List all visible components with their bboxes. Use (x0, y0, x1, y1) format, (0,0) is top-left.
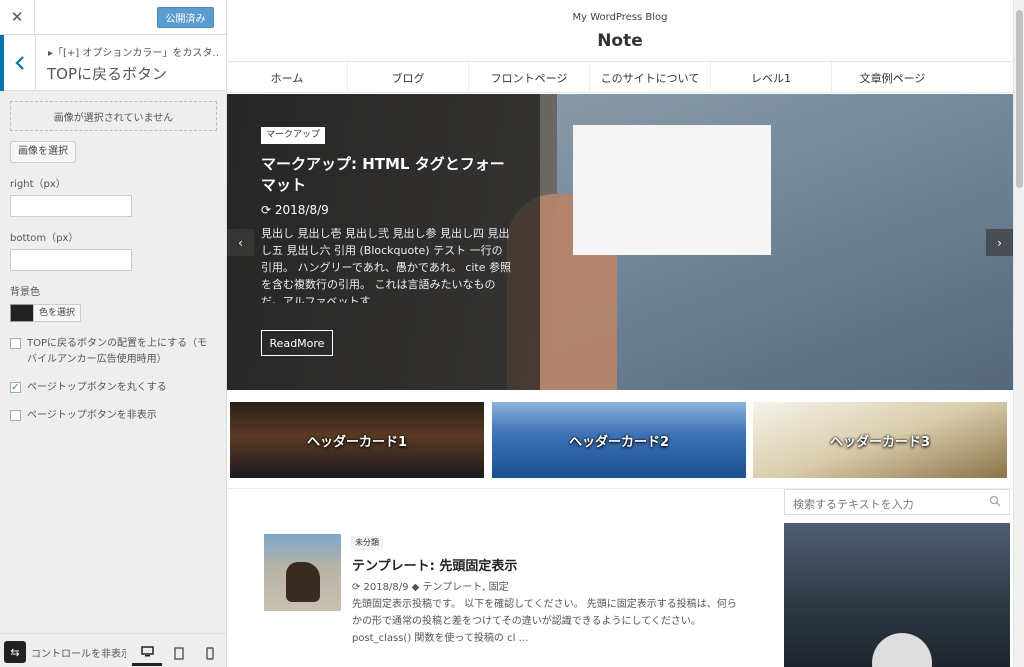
next-arrow-icon[interactable]: › (986, 229, 1013, 256)
avatar (872, 633, 932, 667)
customizer-sidebar: ✕ 公開済み ▸「[+] オプションカラー」をカスタ… TOPに戻るボタン 画像… (0, 0, 227, 667)
post-thumbnail[interactable] (264, 534, 341, 611)
post-meta: ⟳ 2018/8/9 ◆ テンプレート, 固定 (352, 582, 509, 593)
hero-excerpt: 見出し 見出し壱 見出し弐 見出し参 見出し四 見出し五 見出し六 引用 (Bl… (261, 227, 511, 303)
customizer-header: ✕ 公開済み (0, 0, 226, 35)
main-nav: ホーム ブログ フロントページ このサイトについて レベル1 文章例ページ (227, 61, 1013, 93)
search-placeholder: 検索するテキストを入力 (793, 498, 914, 511)
right-label: right（px） (10, 179, 66, 190)
checkbox-round-button[interactable]: ✓ (10, 382, 21, 393)
option-row[interactable]: ✓ ページトップボタンを丸くする (10, 380, 216, 396)
sidebar-photo (784, 523, 1010, 667)
search-input[interactable]: 検索するテキストを入力 (784, 489, 1010, 515)
option-row[interactable]: TOPに戻るボタンの配置を上にする（モバイルアンカー広告使用時用） (10, 336, 216, 368)
prev-arrow-icon[interactable]: ‹ (227, 229, 254, 256)
nav-item-level1[interactable]: レベル1 (711, 62, 832, 93)
checkbox-hide-button[interactable] (10, 410, 21, 421)
bottom-label: bottom（px） (10, 233, 79, 244)
post-title[interactable]: テンプレート: 先頭固定表示 (352, 555, 517, 574)
scrollbar-thumb[interactable] (1016, 10, 1023, 188)
site-title[interactable]: Note (227, 31, 1013, 51)
color-swatch[interactable] (10, 304, 33, 322)
panel-title: TOPに戻るボタン (47, 65, 168, 83)
post-excerpt: 先頭固定表示投稿です。 以下を確認してください。 先頭に固定表示する投稿は、何ら… (352, 599, 737, 644)
mobile-icon[interactable] (195, 640, 225, 666)
hero-title[interactable]: マークアップ: HTML タグとフォーマット (261, 154, 511, 196)
panel-header: ▸「[+] オプションカラー」をカスタ… TOPに戻るボタン (0, 35, 226, 91)
color-picker[interactable]: 色を選択 (10, 304, 216, 322)
checkbox-top-placement[interactable] (10, 338, 21, 349)
tablet-icon (174, 646, 184, 660)
dog-image (286, 562, 320, 602)
option-label: ページトップボタンを丸くする (27, 382, 167, 393)
collapse-icon[interactable]: ⇆ (4, 641, 26, 663)
bg-color-label: 背景色 (10, 287, 40, 298)
category-badge[interactable]: 未分類 (351, 536, 383, 550)
hero-date: ⟳ 2018/8/9 (261, 203, 329, 217)
customizer-footer: ⇆ コントロールを非表示 (0, 633, 226, 667)
options-list: TOPに戻るボタンの配置を上にする（モバイルアンカー広告使用時用） ✓ ページト… (10, 336, 216, 424)
close-icon[interactable]: ✕ (0, 0, 35, 34)
nav-item-about[interactable]: このサイトについて (590, 62, 711, 93)
option-row[interactable]: ページトップボタンを非表示 (10, 408, 216, 424)
customizer-window: ✕ 公開済み ▸「[+] オプションカラー」をカスタ… TOPに戻るボタン 画像… (0, 0, 1024, 667)
hero-slider: マークアップ マークアップ: HTML タグとフォーマット ⟳ 2018/8/9… (227, 94, 1013, 390)
header-card-3[interactable]: ヘッダーカード3 (753, 402, 1007, 478)
header-card-2[interactable]: ヘッダーカード2 (492, 402, 746, 478)
header-card-1[interactable]: ヘッダーカード1 (230, 402, 484, 478)
publish-button[interactable]: 公開済み (157, 7, 214, 28)
desktop-icon (140, 645, 154, 656)
option-label: ページトップボタンを非表示 (27, 410, 157, 421)
breadcrumb: ▸「[+] オプションカラー」をカスタ… (48, 48, 218, 59)
right-input[interactable] (10, 195, 132, 217)
nav-item-blog[interactable]: ブログ (348, 62, 469, 93)
select-image-button[interactable]: 画像を選択 (10, 141, 76, 163)
hero-tag[interactable]: マークアップ (261, 127, 326, 144)
site-description: My WordPress Blog (572, 12, 668, 23)
no-image-placeholder: 画像が選択されていません (10, 101, 217, 131)
back-button[interactable] (0, 35, 36, 91)
header-cards: ヘッダーカード1 ヘッダーカード2 ヘッダーカード3 (230, 402, 1010, 478)
desktop-icon[interactable] (132, 640, 162, 666)
readmore-button[interactable]: ReadMore (261, 330, 333, 356)
site-preview: My WordPress Blog Note ホーム ブログ フロントページ こ… (227, 0, 1013, 667)
collapse-label[interactable]: コントロールを非表示 (31, 645, 126, 660)
bottom-input[interactable] (10, 249, 132, 271)
nav-item-front-page[interactable]: フロントページ (469, 62, 590, 93)
hero-overlay: マークアップ マークアップ: HTML タグとフォーマット ⟳ 2018/8/9… (227, 94, 540, 390)
tablet-icon[interactable] (164, 640, 194, 666)
chevron-left-icon (14, 56, 24, 70)
mobile-icon (206, 646, 214, 660)
search-icon[interactable] (989, 495, 1001, 510)
option-label: TOPに戻るボタンの配置を上にする（モバイルアンカー広告使用時用） (27, 338, 208, 365)
nav-item-home[interactable]: ホーム (227, 62, 348, 93)
nav-item-sample-page[interactable]: 文章例ページ (832, 62, 953, 93)
select-color-button[interactable]: 色を選択 (33, 304, 82, 322)
preview-scrollbar[interactable] (1013, 0, 1024, 667)
panel-content: 画像が選択されていません 画像を選択 right（px） bottom（px） … (0, 91, 226, 434)
hero-card-image (573, 125, 771, 255)
